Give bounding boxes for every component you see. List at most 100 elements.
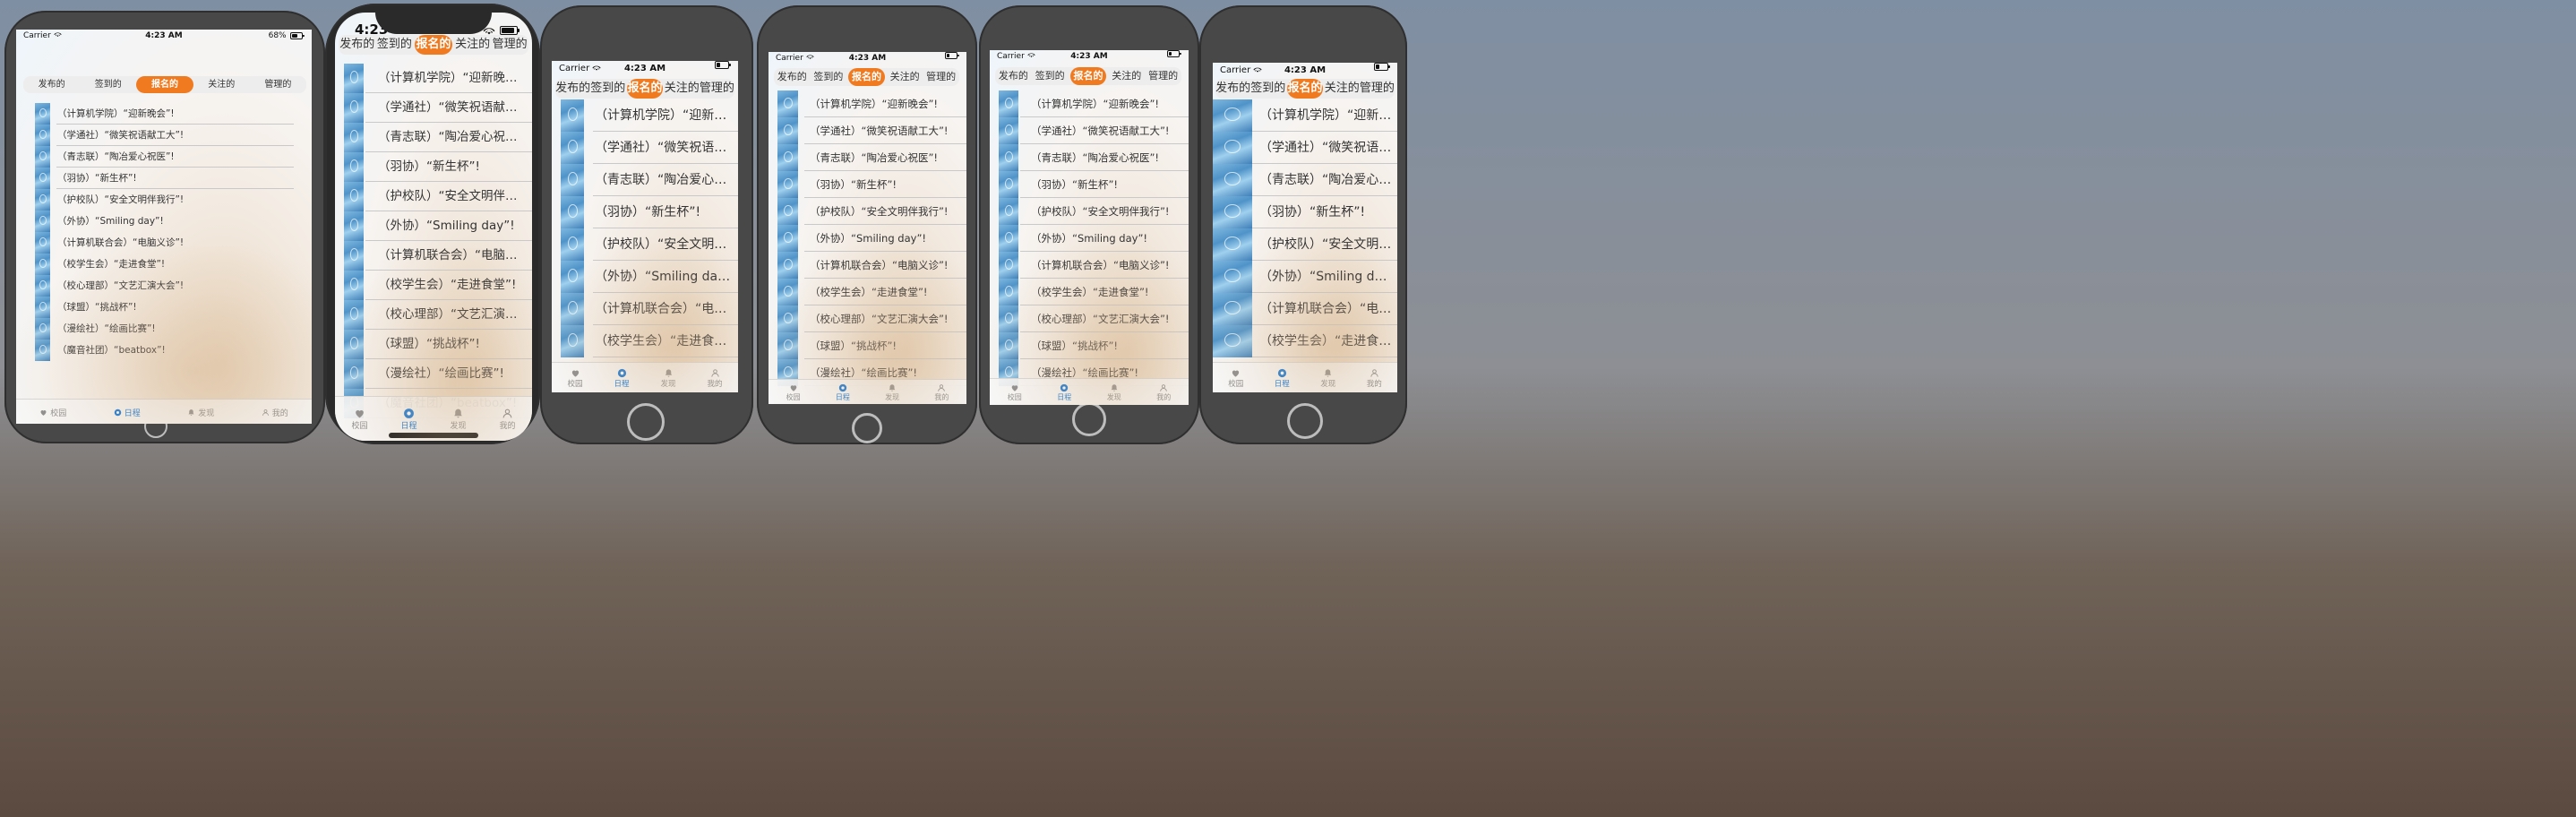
segment-tab-3[interactable]: 关注的 <box>454 35 492 55</box>
tab-schedule[interactable]: 日程 <box>90 400 165 424</box>
list-item[interactable]: （计算机学院）“迎新晚会”! <box>769 90 966 117</box>
list-item[interactable]: （学通社）“微笑祝语献工大”! <box>1213 132 1397 164</box>
home-button[interactable] <box>1287 403 1323 439</box>
list-item[interactable]: （球盟）“挑战杯”! <box>769 332 966 359</box>
list-item[interactable]: （青志联）“陶冶爱心祝医”! <box>16 146 312 168</box>
list-item[interactable]: （青志联）“陶冶爱心祝医”! <box>552 164 738 196</box>
list-item[interactable]: （计算机学院）“迎新晚会”! <box>552 99 738 132</box>
list-item[interactable]: （校学生会）“走进食堂”! <box>552 325 738 357</box>
segment-tab-4[interactable]: 管理的 <box>1145 67 1181 85</box>
segment-tab-3[interactable]: 关注的 <box>887 68 923 86</box>
list-item[interactable]: （计算机联合会）“电脑义诊”! <box>335 241 532 271</box>
segment-tab-1[interactable]: 签到的 <box>1250 79 1285 99</box>
list-item[interactable]: （校心理部）“文艺汇演大会”! <box>16 275 312 297</box>
list-item[interactable]: （外协）“Smiling day”! <box>552 261 738 293</box>
list-item[interactable]: （学通社）“微笑祝语献工大”! <box>552 132 738 164</box>
segment-tab-2[interactable]: 报名的 <box>1287 79 1323 99</box>
segment-tab-3[interactable]: 关注的 <box>193 76 250 93</box>
segment-tab-3[interactable]: 关注的 <box>1325 79 1360 99</box>
tab-person[interactable]: 我的 <box>691 363 738 392</box>
list-item[interactable]: （护校队）“安全文明伴我行”! <box>769 198 966 225</box>
tab-schedule[interactable]: 日程 <box>1259 363 1306 392</box>
list-item[interactable]: （学通社）“微笑祝语献工大”! <box>990 117 1189 144</box>
list-item[interactable]: （校心理部）“文艺汇演大会”! <box>769 305 966 332</box>
segment-tab-2[interactable]: 报名的 <box>415 35 452 55</box>
segment-tab-3[interactable]: 关注的 <box>665 79 700 99</box>
list-item[interactable]: （校心理部）“文艺汇演大会”! <box>335 300 532 330</box>
segment-tab-4[interactable]: 管理的 <box>700 79 734 99</box>
list-item[interactable]: （外协）“Smiling day”! <box>990 225 1189 252</box>
segment-tab-0[interactable]: 发布的 <box>995 67 1032 85</box>
segment-tab-2[interactable]: 报名的 <box>136 76 193 93</box>
tab-schedule[interactable]: 日程 <box>1040 379 1090 405</box>
list-item[interactable]: （青志联）“陶冶爱心祝医”! <box>990 144 1189 171</box>
tab-person[interactable]: 我的 <box>238 400 313 424</box>
segment-tab-0[interactable]: 发布的 <box>774 68 811 86</box>
list-item[interactable]: （外协）“Smiling day”! <box>769 225 966 252</box>
list-item[interactable]: （计算机联合会）“电脑义诊”! <box>552 293 738 325</box>
tab-heart[interactable]: 校园 <box>335 397 384 441</box>
list-item[interactable]: （青志联）“陶冶爱心祝医”! <box>335 123 532 152</box>
list-item[interactable]: （校学生会）“走进食堂”! <box>990 279 1189 305</box>
home-button[interactable] <box>852 413 882 443</box>
list-item[interactable]: （校心理部）“文艺汇演大会”! <box>990 305 1189 332</box>
tab-heart[interactable]: 校园 <box>1213 363 1259 392</box>
list-item[interactable]: （羽协）“新生杯”! <box>1213 196 1397 228</box>
list-item[interactable]: （球盟）“挑战杯”! <box>335 330 532 359</box>
list-item[interactable]: （球盟）“挑战杯”! <box>16 297 312 318</box>
tab-schedule[interactable]: 日程 <box>818 380 867 404</box>
segment-tab-1[interactable]: 签到的 <box>811 68 847 86</box>
tab-heart[interactable]: 校园 <box>16 400 90 424</box>
tab-bell[interactable]: 发现 <box>164 400 238 424</box>
list-item[interactable]: （校学生会）“走进食堂”! <box>335 271 532 300</box>
segment-tab-0[interactable]: 发布的 <box>555 79 590 99</box>
tab-person[interactable]: 我的 <box>483 397 532 441</box>
list-item[interactable]: （计算机联合会）“电脑义诊”! <box>1213 293 1397 325</box>
segment-tab-3[interactable]: 关注的 <box>1108 67 1145 85</box>
segment-tab-4[interactable]: 管理的 <box>923 68 959 86</box>
list-item[interactable]: （外协）“Smiling day”! <box>16 211 312 232</box>
list-item[interactable]: （计算机联合会）“电脑义诊”! <box>990 252 1189 279</box>
list-item[interactable]: （校学生会）“走进食堂”! <box>1213 325 1397 357</box>
segment-tab-4[interactable]: 管理的 <box>250 76 306 93</box>
list-item[interactable]: （球盟）“挑战杯”! <box>990 332 1189 359</box>
list-item[interactable]: （青志联）“陶冶爱心祝医”! <box>769 144 966 171</box>
list-item[interactable]: （护校队）“安全文明伴我行”! <box>552 228 738 261</box>
home-button[interactable] <box>627 403 665 441</box>
list-item[interactable]: （计算机学院）“迎新晚会”! <box>16 103 312 125</box>
segment-tab-1[interactable]: 签到的 <box>376 35 414 55</box>
list-item[interactable]: （学通社）“微笑祝语献工大”! <box>769 117 966 144</box>
list-item[interactable]: （羽协）“新生杯”! <box>335 152 532 182</box>
list-item[interactable]: （护校队）“安全文明伴我行”! <box>16 189 312 211</box>
segment-tab-1[interactable]: 签到的 <box>1032 67 1069 85</box>
tab-heart[interactable]: 校园 <box>990 379 1040 405</box>
list-item[interactable]: （校学生会）“走进食堂”! <box>16 254 312 275</box>
tab-person[interactable]: 我的 <box>1139 379 1189 405</box>
tab-person[interactable]: 我的 <box>917 380 966 404</box>
list-item[interactable]: （计算机联合会）“电脑义诊”! <box>769 252 966 279</box>
segment-tab-2[interactable]: 报名的 <box>848 68 885 86</box>
list-item[interactable]: （计算机联合会）“电脑义诊”! <box>16 232 312 254</box>
list-item[interactable]: （漫绘社）“绘画比赛”! <box>16 318 312 340</box>
segment-tab-4[interactable]: 管理的 <box>491 35 528 55</box>
list-item[interactable]: （羽协）“新生杯”! <box>990 171 1189 198</box>
list-item[interactable]: （计算机学院）“迎新晚会”! <box>335 64 532 93</box>
tab-bell[interactable]: 发现 <box>1305 363 1352 392</box>
list-item[interactable]: （青志联）“陶冶爱心祝医”! <box>1213 164 1397 196</box>
segment-tab-0[interactable]: 发布的 <box>339 35 376 55</box>
list-item[interactable]: （计算机学院）“迎新晚会”! <box>990 90 1189 117</box>
tab-bell[interactable]: 发现 <box>868 380 917 404</box>
list-item[interactable]: （魔音社团）“beatbox”! <box>16 340 312 361</box>
list-item[interactable]: （计算机学院）“迎新晚会”! <box>1213 99 1397 132</box>
list-item[interactable]: （学通社）“微笑祝语献工大”! <box>16 125 312 146</box>
list-item[interactable]: （外协）“Smiling day”! <box>335 211 532 241</box>
segment-tab-0[interactable]: 发布的 <box>1215 79 1250 99</box>
tab-heart[interactable]: 校园 <box>769 380 818 404</box>
tab-person[interactable]: 我的 <box>1352 363 1398 392</box>
tab-bell[interactable]: 发现 <box>1089 379 1139 405</box>
list-item[interactable]: （羽协）“新生杯”! <box>769 171 966 198</box>
tab-bell[interactable]: 发现 <box>645 363 691 392</box>
segment-tab-1[interactable]: 签到的 <box>590 79 625 99</box>
list-item[interactable]: （漫绘社）“绘画比赛”! <box>335 359 532 389</box>
list-item[interactable]: （学通社）“微笑祝语献工大”! <box>335 93 532 123</box>
